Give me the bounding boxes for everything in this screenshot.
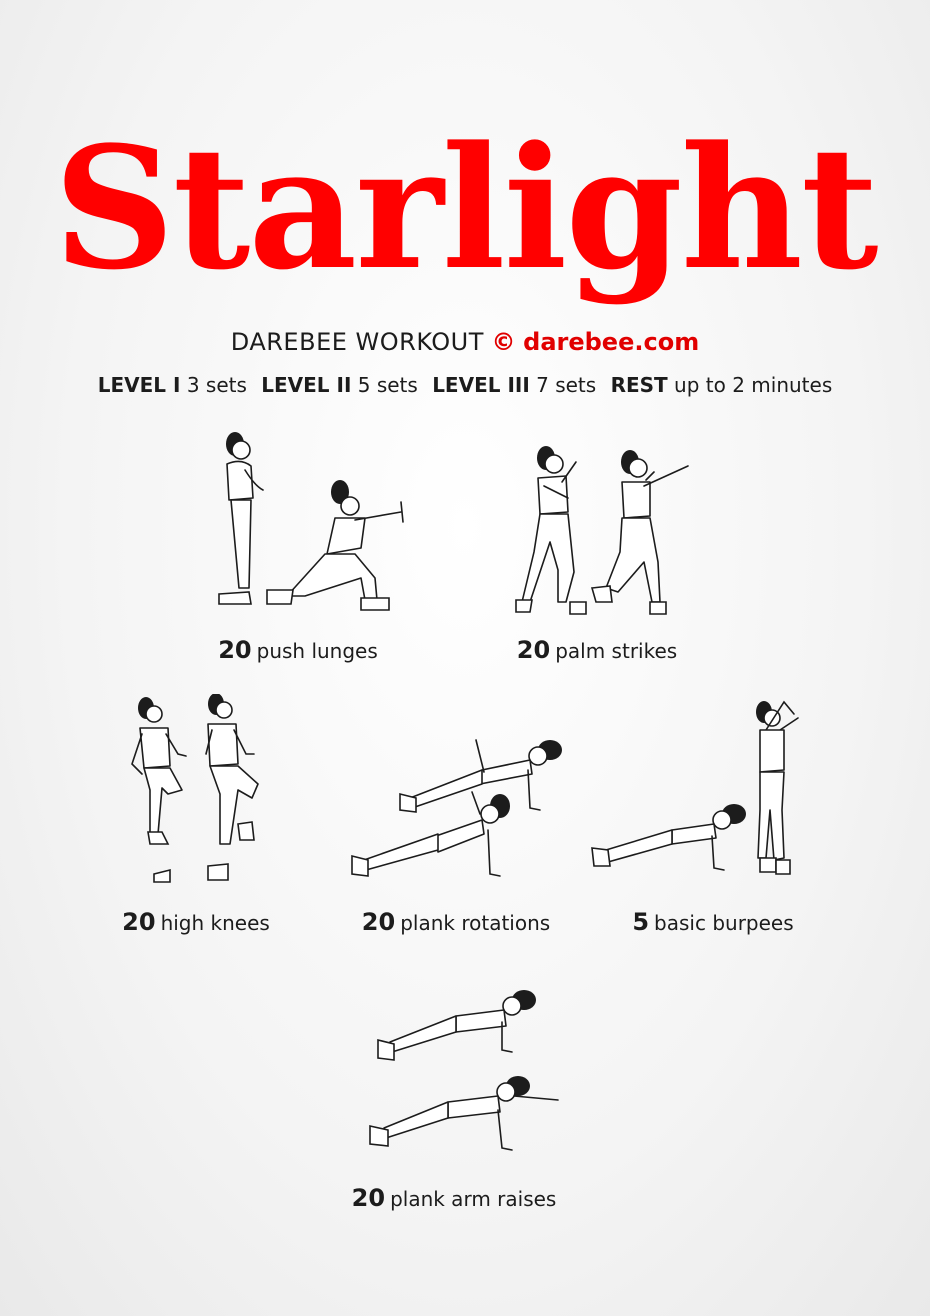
level-2-value: 5 sets — [357, 373, 418, 397]
palm-strikes-caption: 20 palm strikes — [517, 636, 677, 665]
exercise-name: plank arm raises — [390, 1187, 557, 1211]
exercise-name: basic burpees — [654, 911, 794, 935]
exercise-count: 5 — [632, 908, 650, 936]
basic-burpees-caption: 5 basic burpees — [632, 908, 793, 937]
level-1-value: 3 sets — [186, 373, 247, 397]
exercise-count: 20 — [516, 636, 551, 664]
copyright-symbol: © — [491, 328, 516, 356]
exercise-count: 20 — [351, 1184, 386, 1212]
high-knees-caption: 20 high knees — [122, 908, 270, 937]
level-2-label: LEVEL II — [261, 373, 352, 397]
level-1-label: LEVEL I — [97, 373, 181, 397]
palm-strikes-illustration — [515, 446, 689, 615]
exercise-count: 20 — [361, 908, 396, 936]
exercise-name: push lunges — [256, 639, 378, 663]
site-link[interactable]: darebee.com — [523, 328, 699, 356]
workout-subtitle: DAREBEE WORKOUT © darebee.com — [0, 326, 930, 358]
push-lunges-caption: 20 push lunges — [218, 636, 378, 665]
exercise-name: high knees — [160, 911, 270, 935]
plank-rotations-caption: 20 plank rotations — [362, 908, 550, 937]
exercise-name: plank rotations — [400, 911, 551, 935]
workout-title: Starlight — [53, 109, 878, 307]
exercise-name: palm strikes — [555, 639, 678, 663]
plank-arm-raises-caption: 20 plank arm raises — [352, 1184, 557, 1213]
level-3-label: LEVEL III — [432, 373, 530, 397]
basic-burpees-illustration — [591, 700, 799, 875]
brand-label: DAREBEE WORKOUT — [230, 328, 484, 356]
high-knees-illustration — [131, 694, 259, 883]
rest-value: up to 2 minutes — [674, 373, 833, 397]
exercise-count: 20 — [122, 908, 156, 936]
plank-arm-raises-illustration — [369, 990, 559, 1151]
exercise-count: 20 — [218, 636, 252, 664]
plank-rotations-illustration — [351, 739, 562, 877]
levels-line: LEVEL I 3 sets LEVEL II 5 sets LEVEL III… — [0, 370, 930, 400]
rest-label: REST — [610, 373, 668, 397]
push-lunges-illustration — [218, 432, 404, 611]
level-3-value: 7 sets — [536, 373, 597, 397]
